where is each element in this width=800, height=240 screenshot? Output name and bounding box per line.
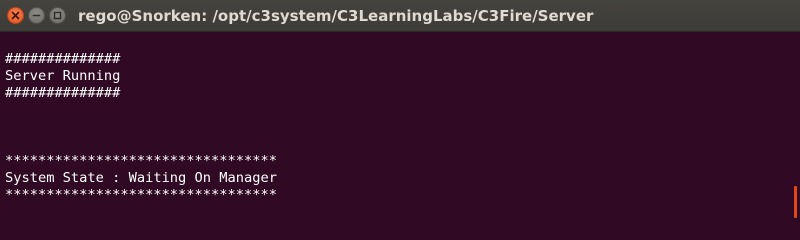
maximize-icon bbox=[53, 11, 62, 20]
minimize-icon bbox=[32, 14, 41, 17]
terminal-line: ********************************* bbox=[5, 187, 277, 203]
window-title: rego@Snorken: /opt/c3system/C3LearningLa… bbox=[78, 7, 594, 25]
terminal-line: ############## bbox=[5, 51, 121, 67]
terminal-output-area[interactable]: ############## Server Running ############… bbox=[0, 32, 792, 222]
terminal-line: ********************************* bbox=[5, 153, 277, 169]
scrollbar[interactable] bbox=[792, 32, 800, 222]
terminal-output: ############## Server Running ############… bbox=[5, 51, 277, 204]
minimize-button[interactable] bbox=[28, 7, 45, 24]
maximize-button[interactable] bbox=[49, 7, 66, 24]
terminal-window: rego@Snorken: /opt/c3system/C3LearningLa… bbox=[0, 0, 800, 222]
scrollbar-thumb[interactable] bbox=[794, 186, 797, 218]
terminal-line: System State : Waiting On Manager bbox=[5, 170, 277, 186]
close-button[interactable] bbox=[7, 7, 24, 24]
title-bar[interactable]: rego@Snorken: /opt/c3system/C3LearningLa… bbox=[0, 0, 800, 32]
close-icon bbox=[11, 11, 20, 20]
terminal-line: Server Running bbox=[5, 68, 121, 84]
terminal-line: ############## bbox=[5, 85, 121, 101]
